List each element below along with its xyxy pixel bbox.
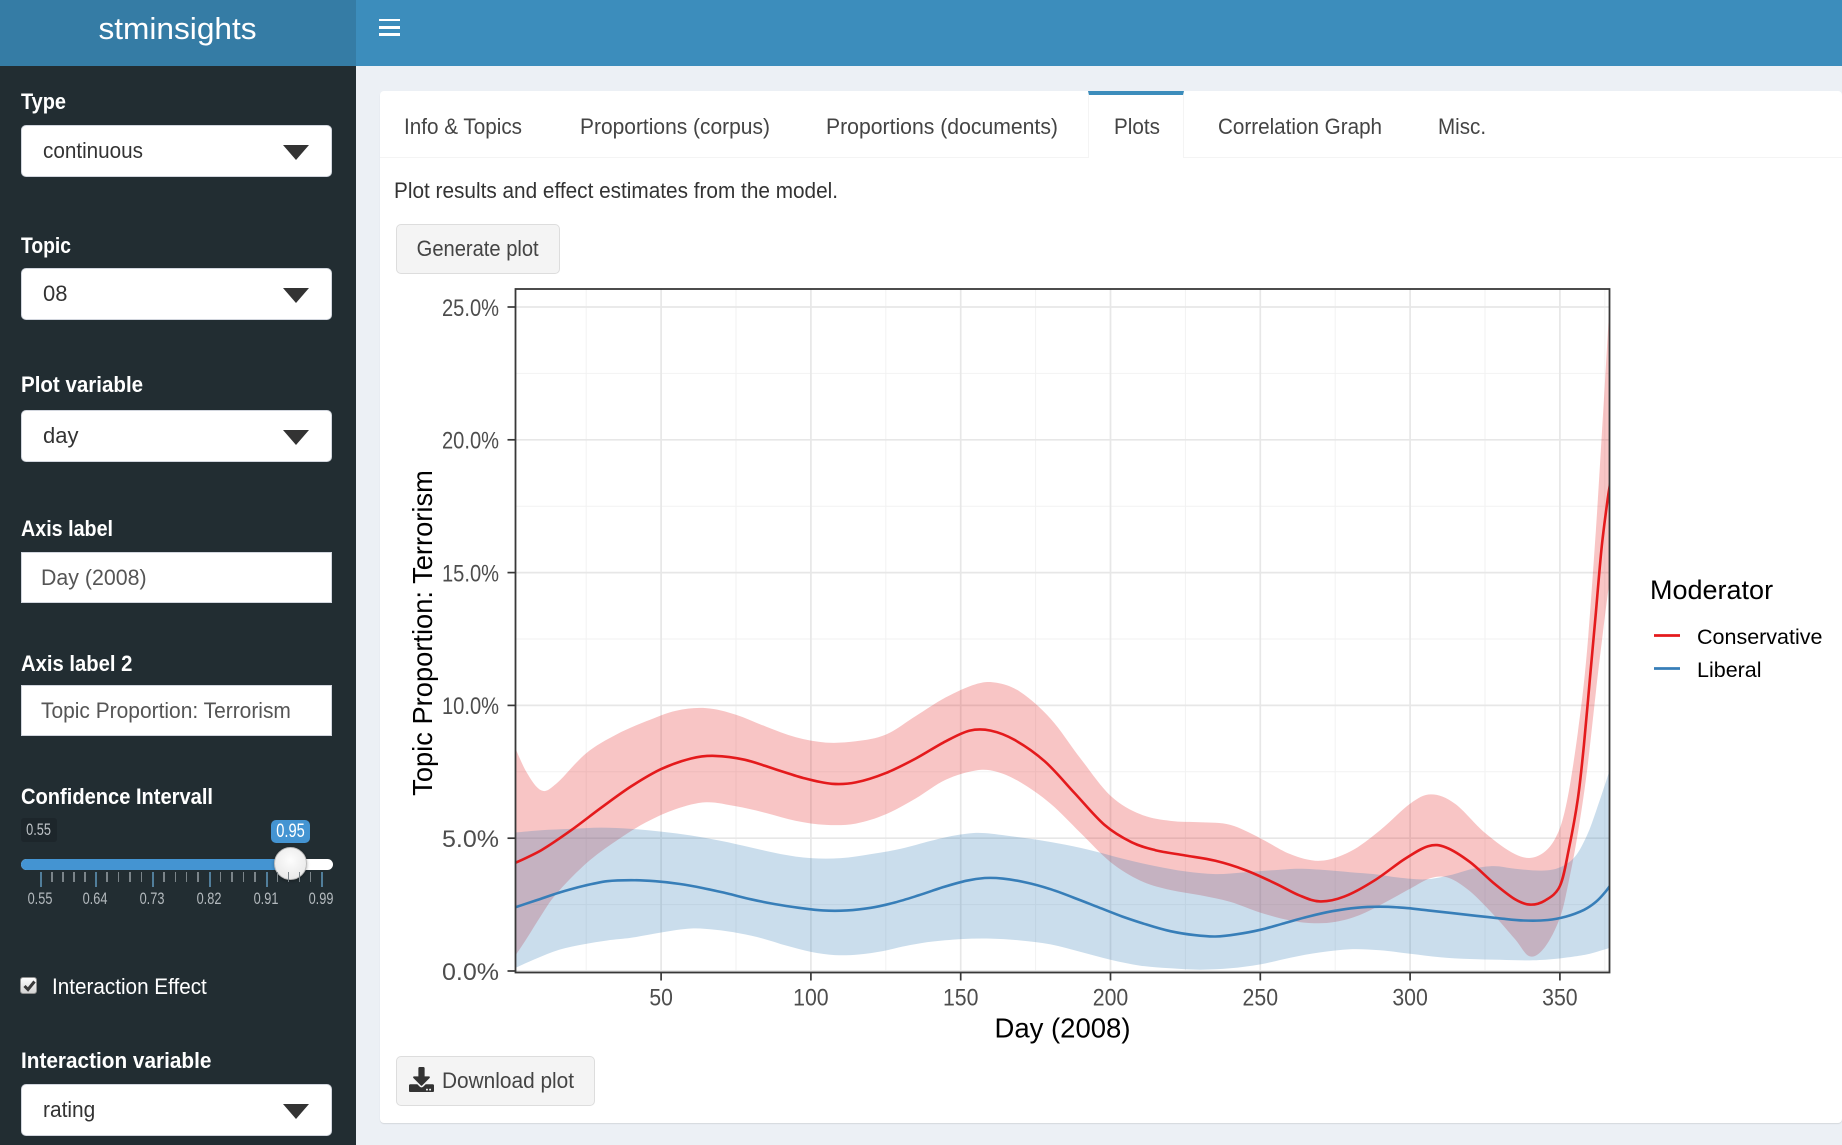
svg-text:20.0%: 20.0%	[442, 428, 499, 455]
svg-text:0.0%: 0.0%	[442, 959, 499, 986]
svg-text:200: 200	[1093, 984, 1129, 1011]
svg-text:Day (2008): Day (2008)	[994, 1013, 1130, 1044]
svg-text:Conservative: Conservative	[1697, 625, 1822, 649]
svg-text:Moderator: Moderator	[1650, 575, 1773, 605]
svg-text:Liberal: Liberal	[1697, 658, 1762, 682]
svg-text:300: 300	[1392, 984, 1428, 1011]
svg-text:15.0%: 15.0%	[442, 560, 499, 587]
svg-text:150: 150	[943, 984, 979, 1011]
svg-text:350: 350	[1542, 984, 1578, 1011]
svg-text:100: 100	[793, 984, 829, 1011]
svg-text:Topic Proportion: Terrorism: Topic Proportion: Terrorism	[407, 470, 438, 796]
svg-text:250: 250	[1243, 984, 1279, 1011]
svg-text:10.0%: 10.0%	[442, 693, 499, 720]
svg-text:5.0%: 5.0%	[442, 826, 499, 853]
svg-text:50: 50	[649, 984, 673, 1011]
svg-text:25.0%: 25.0%	[442, 295, 499, 322]
